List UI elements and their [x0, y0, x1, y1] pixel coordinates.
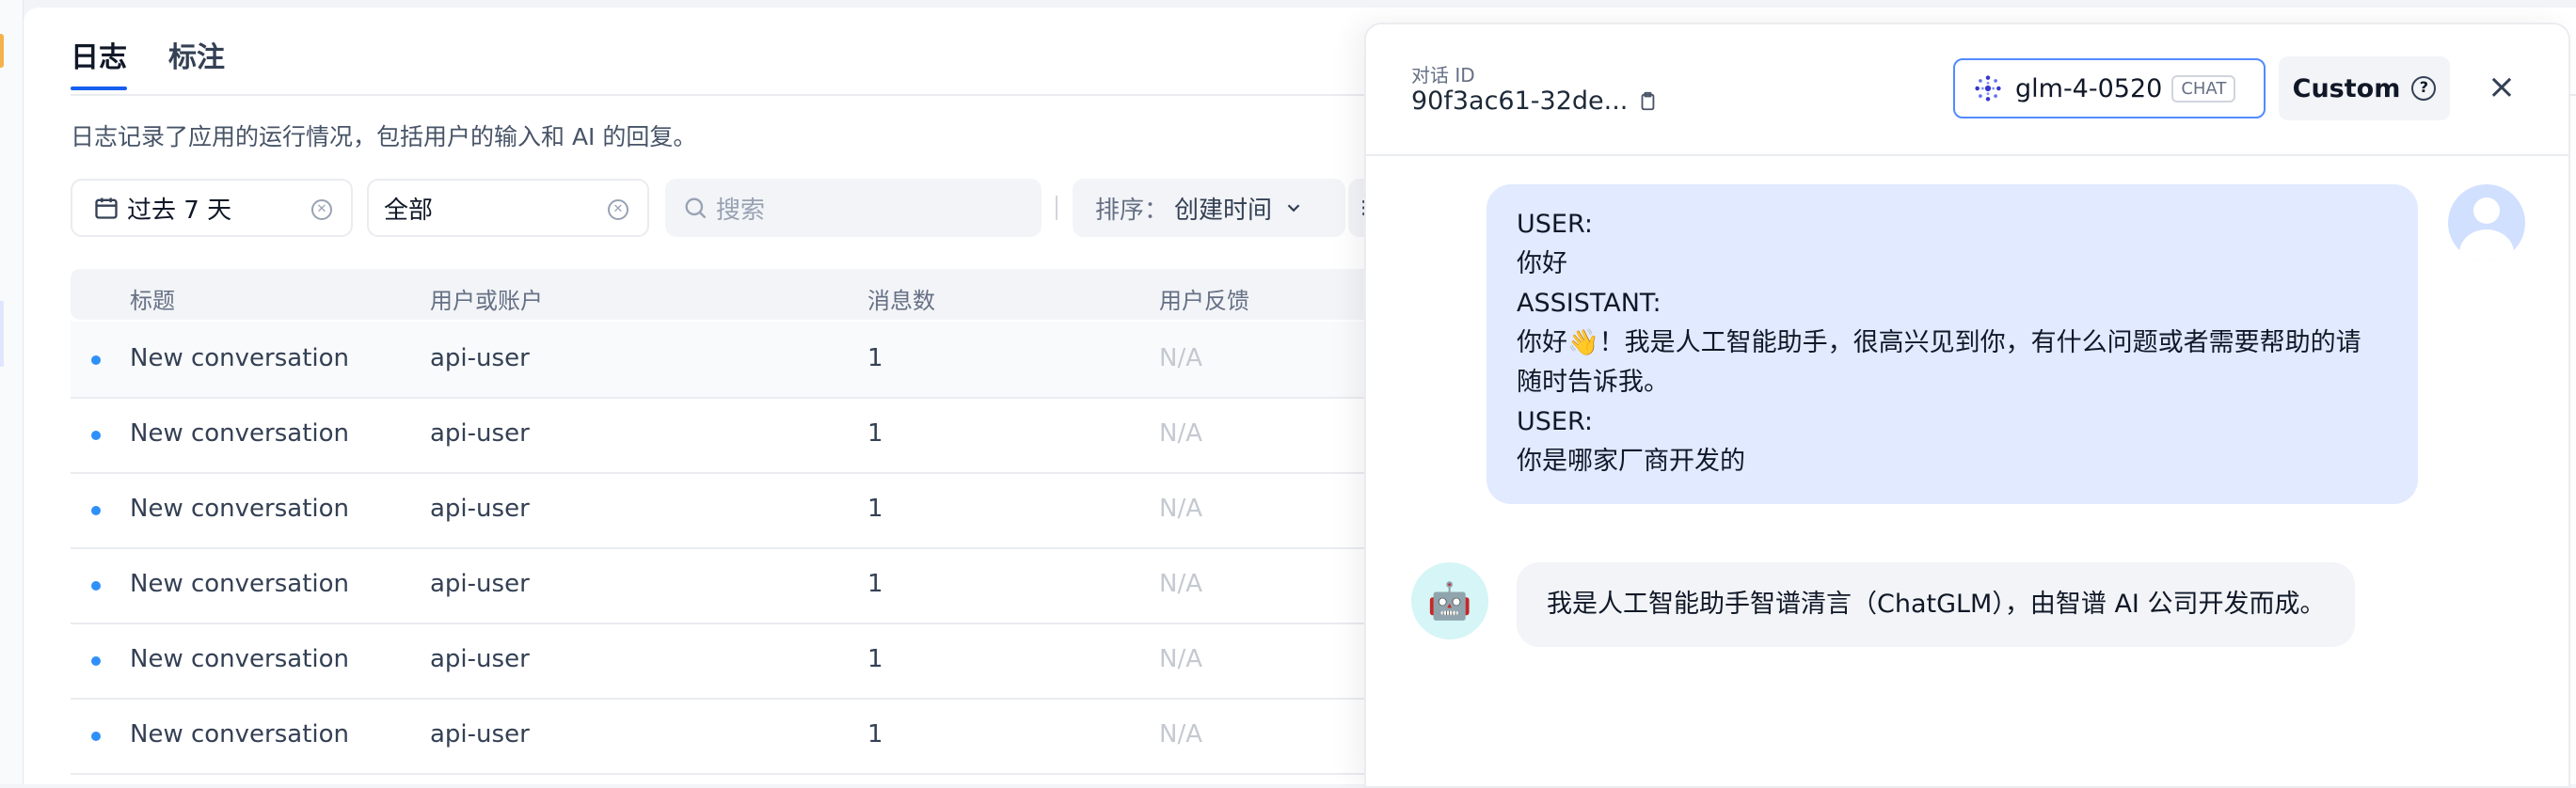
sidebar-item-indicator[interactable]	[0, 301, 4, 367]
unread-dot	[91, 732, 101, 741]
row-feedback: N/A	[1159, 344, 1202, 372]
row-messages: 1	[867, 570, 883, 598]
row-title: New conversation	[130, 495, 350, 523]
row-user: api-user	[430, 570, 530, 598]
unread-dot	[91, 506, 101, 515]
conversation-id-label: 对话 ID	[1411, 64, 1475, 87]
sidebar-active-marker	[0, 34, 4, 68]
unread-dot	[91, 656, 101, 666]
message-line: USER:	[1517, 210, 1593, 239]
row-feedback: N/A	[1159, 419, 1202, 448]
sort-dropdown[interactable]: 排序： 创建时间	[1073, 179, 1345, 237]
custom-label: Custom	[2292, 73, 2401, 103]
table-row[interactable]: New conversation api-user 1 N/A	[71, 472, 1388, 549]
row-user: api-user	[430, 495, 530, 523]
row-feedback: N/A	[1159, 570, 1202, 598]
copy-icon[interactable]	[1637, 90, 1658, 113]
status-filter[interactable]: 全部 ✕	[367, 179, 649, 237]
help-icon: ?	[2411, 76, 2437, 101]
model-name: glm-4-0520	[2015, 73, 2163, 103]
custom-button[interactable]: Custom ?	[2279, 56, 2450, 120]
page-description: 日志记录了应用的运行情况，包括用户的输入和 AI 的回复。	[71, 123, 697, 150]
row-messages: 1	[867, 419, 883, 448]
date-range-filter[interactable]: 过去 7 天 ✕	[71, 179, 353, 237]
table-row[interactable]: New conversation api-user 1 N/A	[71, 698, 1388, 775]
row-user: api-user	[430, 720, 530, 749]
avatar-head-shape	[2473, 197, 2500, 224]
tab-bar: 日志 标注	[71, 8, 225, 94]
message-line: 你是哪家厂商开发的	[1517, 447, 1745, 476]
search-input[interactable]: 搜索	[665, 179, 1042, 237]
row-title: New conversation	[130, 720, 350, 749]
row-title: New conversation	[130, 344, 350, 372]
column-header-user: 用户或账户	[430, 288, 543, 314]
row-messages: 1	[867, 495, 883, 523]
row-title: New conversation	[130, 419, 350, 448]
row-messages: 1	[867, 720, 883, 749]
clear-date-icon[interactable]: ✕	[311, 199, 332, 220]
row-feedback: N/A	[1159, 495, 1202, 523]
model-selector[interactable]: glm-4-0520 CHAT	[1953, 58, 2266, 118]
unread-dot	[91, 431, 101, 440]
clear-status-icon[interactable]: ✕	[608, 199, 628, 220]
chevron-down-icon	[1287, 204, 1300, 213]
date-range-value: 过去 7 天	[127, 196, 232, 225]
row-title: New conversation	[130, 570, 350, 598]
message-line: 你好👋！我是人工智能助手，很高兴见到你，有什么问题或者需要帮助的请	[1517, 328, 2361, 357]
conversation-detail-drawer: 对话 ID 90f3ac61-32de... glm-4-0520 CHAT C…	[1364, 23, 2570, 788]
row-messages: 1	[867, 344, 883, 372]
row-user: api-user	[430, 344, 530, 372]
calendar-icon	[95, 197, 118, 219]
tab-annotations[interactable]: 标注	[168, 8, 225, 94]
sort-value: 创建时间	[1174, 196, 1273, 225]
search-icon	[685, 197, 707, 219]
message-line: USER:	[1517, 407, 1593, 436]
column-header-messages: 消息数	[867, 288, 935, 314]
table-row[interactable]: New conversation api-user 1 N/A	[71, 623, 1388, 700]
user-message-bubble: USER: 你好 ASSISTANT: 你好👋！我是人工智能助手，很高兴见到你，…	[1487, 184, 2418, 504]
message-line: 你好	[1517, 249, 1567, 278]
row-messages: 1	[867, 645, 883, 673]
column-header-title: 标题	[130, 288, 175, 314]
row-feedback: N/A	[1159, 645, 1202, 673]
model-logo-icon	[1975, 75, 2001, 102]
close-icon[interactable]: ×	[2486, 71, 2518, 105]
left-sidebar-strip	[0, 0, 24, 784]
row-title: New conversation	[130, 645, 350, 673]
table-row[interactable]: New conversation api-user 1 N/A	[71, 397, 1388, 474]
row-feedback: N/A	[1159, 720, 1202, 749]
model-type-badge: CHAT	[2171, 74, 2236, 102]
unread-dot	[91, 581, 101, 591]
table-row[interactable]: New conversation api-user 1 N/A	[71, 322, 1388, 399]
table-row[interactable]: New conversation api-user 1 N/A	[71, 547, 1388, 624]
table-header: 标题 用户或账户 消息数 用户反馈	[71, 269, 1388, 320]
sort-label: 排序：	[1095, 196, 1169, 225]
row-user: api-user	[430, 419, 530, 448]
avatar-body-shape	[2459, 229, 2514, 261]
unread-dot	[91, 355, 101, 365]
toolbar-divider	[1056, 196, 1057, 220]
conversation-id: 90f3ac61-32de...	[1411, 87, 1658, 116]
assistant-message-bubble: 我是人工智能助手智谱清言（ChatGLM），由智谱 AI 公司开发而成。	[1517, 562, 2356, 647]
drawer-header: 对话 ID 90f3ac61-32de... glm-4-0520 CHAT C…	[1366, 24, 2568, 156]
column-header-feedback: 用户反馈	[1159, 288, 1249, 314]
search-placeholder: 搜索	[716, 196, 766, 225]
user-avatar	[2448, 184, 2525, 261]
tab-logs[interactable]: 日志	[71, 8, 127, 94]
conversation-id-value: 90f3ac61-32de...	[1411, 87, 1629, 116]
message-line: ASSISTANT:	[1517, 289, 1662, 318]
status-filter-value: 全部	[384, 196, 434, 225]
message-line: 随时告诉我。	[1517, 368, 1669, 397]
row-user: api-user	[430, 645, 530, 673]
bot-avatar-icon: 🤖	[1411, 562, 1488, 639]
